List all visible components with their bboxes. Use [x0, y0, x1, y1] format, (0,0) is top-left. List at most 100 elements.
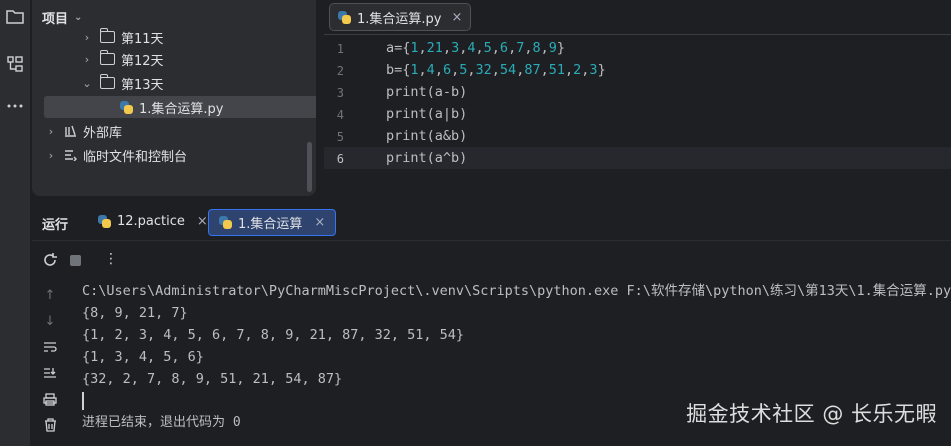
- chevron-down-icon: ⌄: [74, 11, 83, 23]
- tree-item-file-set-ops[interactable]: 1.集合运算.py: [44, 96, 316, 118]
- python-run-icon: [98, 215, 111, 228]
- editor-tab-set-ops[interactable]: 1.集合运算.py ×: [329, 3, 472, 31]
- soft-wrap-icon[interactable]: [38, 336, 62, 358]
- code-token: ,: [491, 40, 500, 56]
- console-line: {32, 2, 7, 8, 9, 51, 21, 54, 87}: [82, 371, 343, 387]
- code-number-token: 1: [410, 62, 419, 78]
- folder-icon: [99, 28, 115, 43]
- text-caret: [82, 392, 84, 410]
- rerun-icon[interactable]: [42, 252, 58, 272]
- close-icon[interactable]: ×: [314, 215, 325, 230]
- console-line-command: C:\Users\Administrator\PyCharmMiscProjec…: [82, 283, 951, 299]
- code-number-token: 3: [451, 40, 460, 56]
- code-line: b={1,4,6,5,32,54,87,51,2,3}: [386, 59, 606, 81]
- project-scrollbar[interactable]: [307, 142, 312, 192]
- code-number-token: 3: [589, 62, 598, 78]
- code-line: print(a&b): [386, 125, 467, 147]
- run-tab-set-ops[interactable]: 1.集合运算 ×: [208, 209, 337, 236]
- arrow-down-icon[interactable]: ↓: [38, 310, 62, 332]
- chevron-right-icon: ›: [48, 148, 54, 162]
- tree-item-scratches[interactable]: › 临时文件和控制台: [32, 144, 316, 166]
- run-toolbar: ⋮: [32, 248, 951, 274]
- trash-icon[interactable]: [38, 414, 62, 436]
- chevron-down-icon: ⌄: [82, 76, 92, 90]
- more-options-icon[interactable]: ⋮: [104, 251, 118, 267]
- code-token: ,: [442, 40, 452, 56]
- more-icon[interactable]: [0, 92, 30, 120]
- python-file-icon: [120, 100, 133, 114]
- tree-item-day13[interactable]: ⌄ 第13天: [32, 72, 316, 94]
- tree-item-label: 临时文件和控制台: [83, 149, 188, 165]
- code-token: ,: [540, 62, 549, 78]
- code-token: ,: [565, 62, 574, 78]
- chevron-right-icon: ›: [84, 30, 90, 44]
- code-number-token: 32: [475, 62, 492, 78]
- code-number-token: 21: [426, 40, 443, 56]
- tree-item-label: 外部库: [83, 125, 123, 141]
- code-token: b={: [386, 62, 411, 78]
- code-number-token: 8: [532, 40, 541, 56]
- run-panel-title: 运行: [42, 218, 69, 233]
- project-panel-title: 项目: [42, 11, 69, 27]
- line-number: 2: [336, 64, 344, 78]
- line-number: 5: [336, 130, 344, 144]
- code-number-token: 4: [467, 40, 476, 56]
- library-icon: [64, 125, 77, 137]
- run-tab-practice[interactable]: 12.pactice ×: [88, 209, 218, 234]
- close-icon[interactable]: ×: [197, 214, 208, 229]
- code-number-token: 54: [499, 62, 517, 78]
- code-token: a={: [386, 40, 411, 56]
- console-exit-message: 进程已结束，退出代码为 0: [82, 415, 241, 430]
- python-run-icon: [219, 216, 232, 229]
- run-tab-label: 1.集合运算: [238, 217, 303, 232]
- folder-icon: [99, 50, 115, 65]
- tree-item-day12[interactable]: › 第12天: [32, 48, 316, 70]
- editor-tabbar: 1.集合运算.py ×: [324, 0, 951, 35]
- tree-item-external-libs[interactable]: › 外部库: [32, 120, 316, 142]
- stop-icon[interactable]: [70, 255, 81, 266]
- editor: 1.集合运算.py × 1 2 3 4 5 6 a={1,21,3,4,5,6,…: [324, 0, 951, 196]
- code-token: ,: [451, 62, 460, 78]
- structure-icon[interactable]: [0, 50, 30, 78]
- code-line: print(a-b): [386, 81, 467, 103]
- code-token: print(a^b): [386, 150, 468, 166]
- close-icon[interactable]: ×: [451, 10, 462, 25]
- code-token: ,: [418, 62, 427, 78]
- code-token: ,: [418, 40, 427, 56]
- code-line: print(a|b): [386, 103, 467, 125]
- print-icon[interactable]: [38, 388, 62, 410]
- folder-icon: [99, 74, 115, 89]
- project-panel-header[interactable]: 项目 ⌄: [42, 6, 82, 28]
- project-folder-icon[interactable]: [0, 2, 30, 30]
- code-number-token: 1: [410, 40, 419, 56]
- watermark: 掘金技术社区 @ 长乐无暇: [686, 402, 937, 426]
- tree-item-label: 第12天: [121, 53, 164, 69]
- tree-item-label: 第11天: [121, 31, 164, 47]
- line-number: 6: [336, 152, 344, 166]
- line-number: 4: [336, 108, 344, 122]
- console-line: {1, 3, 4, 5, 6}: [82, 349, 204, 365]
- code-token: }: [597, 62, 606, 78]
- console-line: {8, 9, 21, 7}: [82, 305, 188, 321]
- run-tab-label: 12.pactice: [117, 214, 185, 229]
- tree-item-label: 第13天: [121, 77, 164, 93]
- chevron-right-icon: ›: [48, 124, 54, 138]
- scroll-to-end-icon[interactable]: [38, 362, 62, 384]
- code-number-token: 5: [483, 40, 492, 56]
- code-token: print(a|b): [386, 106, 468, 122]
- line-number: 3: [336, 86, 344, 100]
- code-number-token: 51: [548, 62, 565, 78]
- code-line: a={1,21,3,4,5,6,7,8,9}: [386, 37, 565, 59]
- arrow-up-icon[interactable]: ↑: [38, 284, 62, 306]
- code-token: ,: [540, 40, 549, 56]
- scratches-icon: [64, 149, 77, 161]
- tree-item-day11[interactable]: › 第11天: [32, 26, 316, 48]
- code-token: ,: [467, 62, 476, 78]
- code-line: print(a^b): [386, 147, 467, 169]
- code-token: ,: [475, 40, 484, 56]
- console-line: {1, 2, 3, 4, 5, 6, 7, 8, 9, 21, 87, 32, …: [82, 327, 465, 343]
- run-tabbar: 运行 12.pactice × 1.集合运算 ×: [32, 204, 951, 241]
- code-token: print(a&b): [386, 128, 468, 144]
- editor-tab-label: 1.集合运算.py: [357, 11, 442, 27]
- code-token: }: [556, 40, 566, 56]
